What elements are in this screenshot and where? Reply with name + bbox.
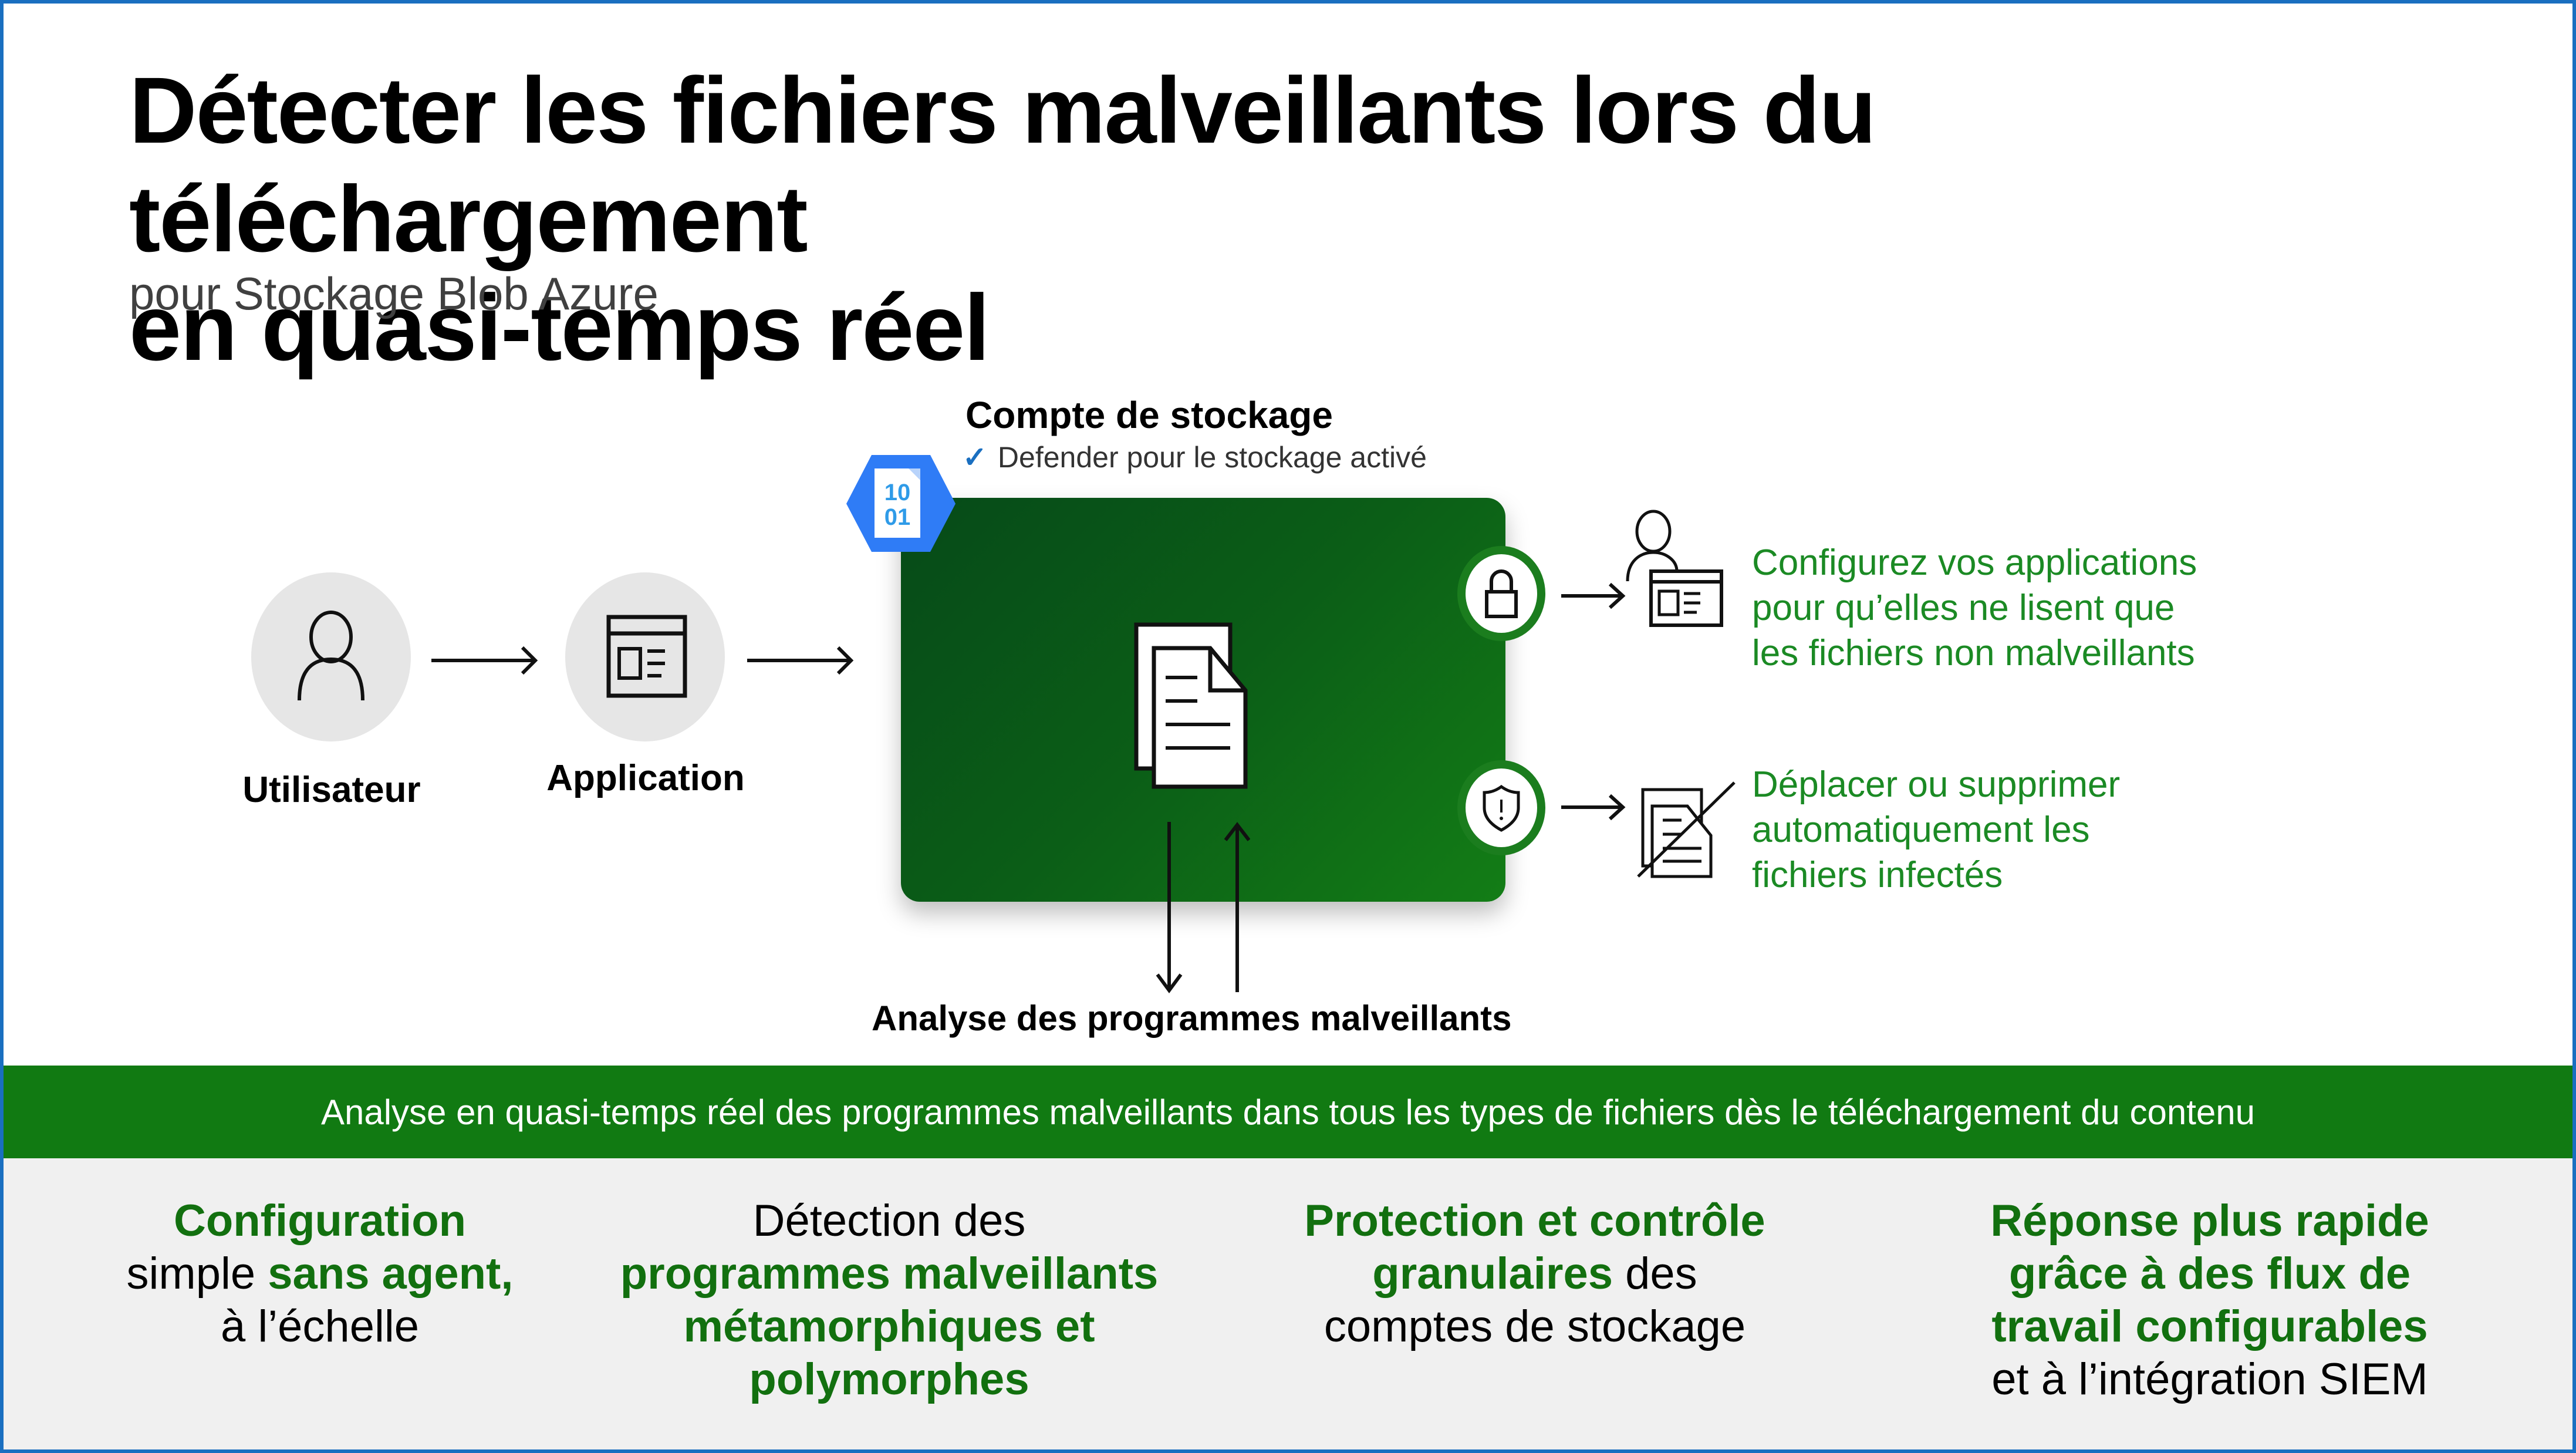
outcome-1-line-3: les fichiers non malveillants	[1752, 633, 2195, 673]
outcome-text-2: Déplacer ou supprimer automatiquement le…	[1752, 762, 2120, 898]
user-node	[251, 572, 411, 741]
feature-text: comptes de stockage	[1324, 1302, 1746, 1351]
blob-icon-text-1: 10	[884, 480, 911, 505]
page-title: Détecter les fichiers malveillants lors …	[129, 56, 2576, 382]
defender-status: ✓ Defender pour le stockage activé	[963, 440, 1427, 474]
page-subtitle: pour Stockage Blob Azure	[129, 268, 659, 319]
feature-highlight-text: grâce à des flux de	[2008, 1249, 2411, 1299]
title-line-1: Détecter les fichiers malveillants lors …	[129, 58, 1876, 271]
feature-highlight-text: Protection et contrôle	[1304, 1196, 1765, 1246]
feature-highlight-text: polymorphes	[749, 1354, 1029, 1404]
feature-4: Réponse plus rapide grâce à des flux de tr…	[1902, 1195, 2518, 1406]
feature-highlight-text: Réponse plus rapide	[1990, 1196, 2429, 1246]
application-label: Application	[546, 758, 745, 798]
realtime-scan-banner: Analyse en quasi-temps réel des programm…	[4, 1066, 2572, 1158]
feature-2: Détection des programmes malveillants méta…	[581, 1195, 1197, 1406]
outcome-1-line-2: pour qu’elles ne lisent que	[1752, 588, 2175, 628]
defender-status-text: Defender pour le stockage activé	[997, 441, 1427, 474]
feature-1: Configuration simple sans agent, à l’échel…	[12, 1195, 628, 1353]
outcome-text-1: Configurez vos applications pour qu’elle…	[1752, 540, 2197, 676]
arrow-to-apps	[1561, 582, 1626, 609]
user-application-icon	[1626, 510, 1723, 627]
feature-highlight-text: métamorphiques et	[683, 1302, 1095, 1351]
feature-highlight-text: sans agent,	[268, 1249, 514, 1299]
feature-text: des	[1613, 1249, 1697, 1299]
shield-badge	[1457, 760, 1545, 855]
shield-alert-icon	[1483, 784, 1520, 832]
feature-text: à l’échelle	[221, 1302, 419, 1351]
lock-badge	[1457, 546, 1545, 641]
outcome-2-line-2: automatiquement les	[1752, 810, 2090, 850]
person-icon	[298, 611, 364, 701]
outcome-2-line-1: Déplacer ou supprimer	[1752, 764, 2121, 805]
arrow-app-to-storage	[747, 646, 854, 675]
application-window-icon	[606, 615, 687, 698]
feature-text: et à l’intégration SIEM	[1991, 1354, 2428, 1404]
deleted-document-icon	[1637, 781, 1736, 878]
feature-highlight-text: travail configurables	[1991, 1302, 2428, 1351]
blob-storage-icon: 10 01	[846, 455, 956, 552]
checkmark-icon: ✓	[963, 441, 987, 474]
banner-text: Analyse en quasi-temps réel des programm…	[320, 1092, 2256, 1132]
feature-highlight-text: granulaires	[1372, 1249, 1613, 1299]
outcome-2-line-3: fichiers infectés	[1752, 855, 2003, 895]
blob-icon-text-2: 01	[884, 504, 911, 530]
feature-highlight-text: programmes malveillants	[620, 1249, 1159, 1299]
storage-account-title: Compte de stockage	[965, 394, 1333, 436]
malware-scan-label: Analyse des programmes malveillants	[872, 999, 1512, 1038]
user-label: Utilisateur	[242, 770, 421, 810]
feature-text: Détection des	[752, 1196, 1026, 1246]
arrow-user-to-app	[431, 646, 538, 675]
outcome-1-line-1: Configurez vos applications	[1752, 542, 2197, 583]
scan-arrows	[1156, 822, 1250, 994]
lock-icon	[1485, 569, 1518, 618]
arrow-to-quarantine	[1561, 794, 1626, 821]
feature-highlight-text: Configuration	[173, 1196, 467, 1246]
feature-text: simple	[126, 1249, 268, 1299]
documents-icon	[1134, 622, 1248, 789]
feature-3: Protection et contrôle granulaires des com…	[1227, 1195, 1843, 1353]
application-node	[565, 572, 725, 741]
